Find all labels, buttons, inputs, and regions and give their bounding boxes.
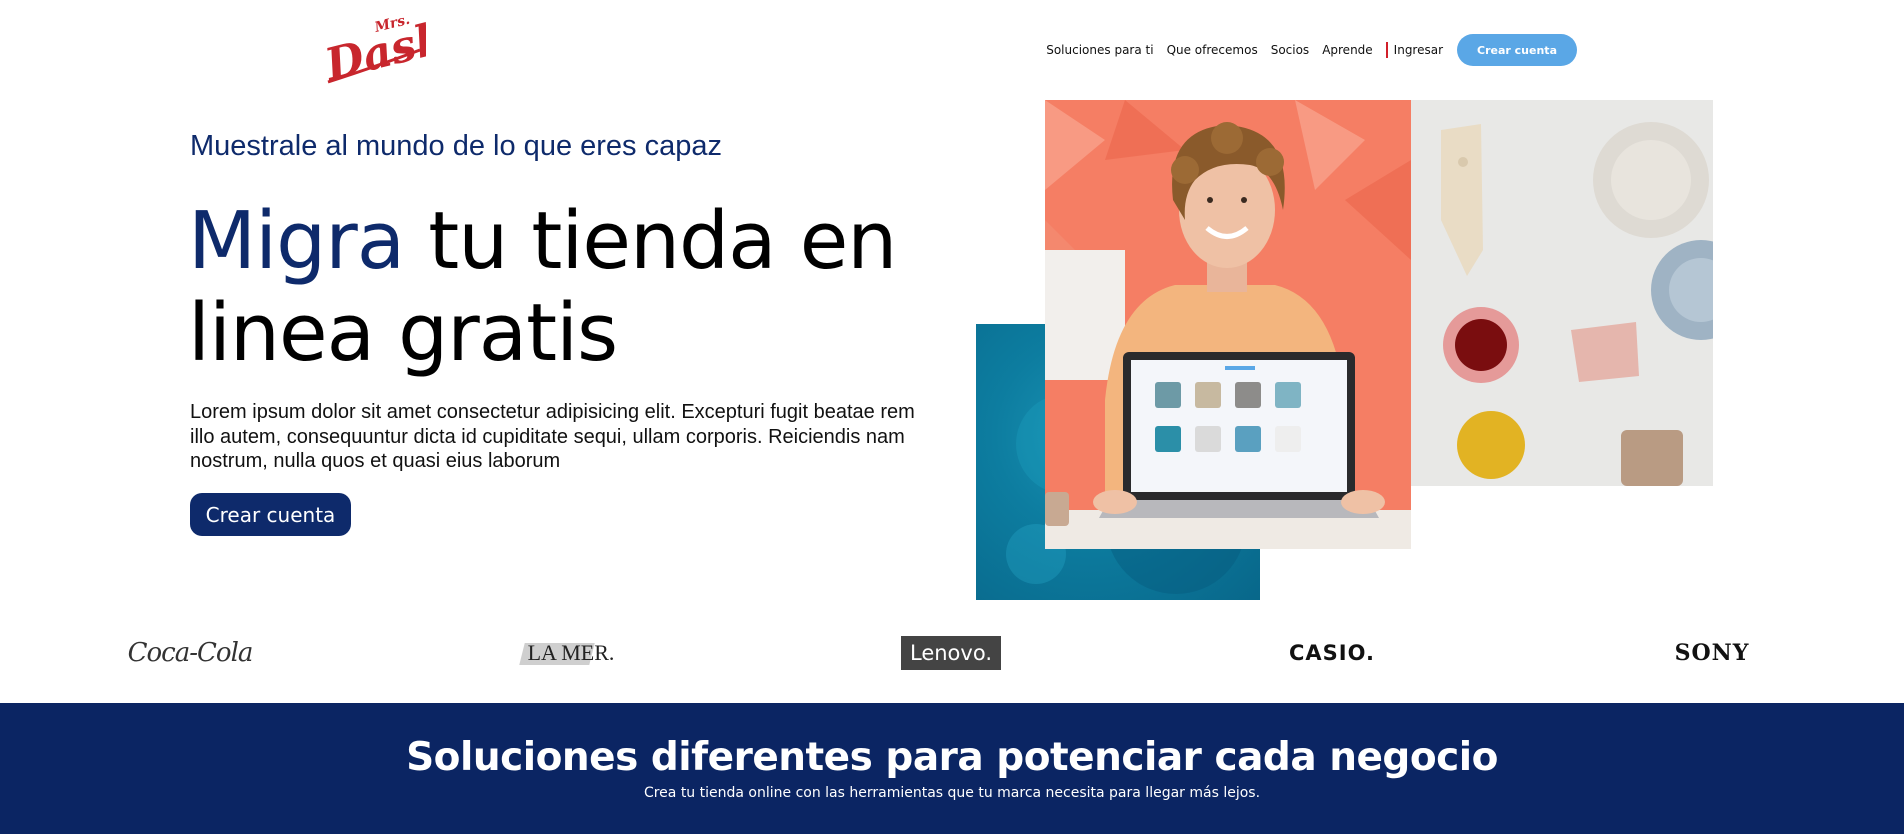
headline-line2: linea gratis xyxy=(188,287,618,379)
hero-create-account-button[interactable]: Crear cuenta xyxy=(190,493,351,536)
headline-line1: tu tienda en xyxy=(404,195,897,287)
lenovo-logo-text: Lenovo. xyxy=(901,636,1001,670)
headline-accent: Migra xyxy=(188,195,405,287)
nav-socios[interactable]: Socios xyxy=(1271,43,1309,57)
nav-ingresar[interactable]: Ingresar xyxy=(1394,43,1443,57)
casio-logo: CASIO. xyxy=(1280,625,1384,681)
ceramics-image xyxy=(1411,100,1713,486)
nav-aprende[interactable]: Aprende xyxy=(1322,43,1372,57)
sony-logo-text: SONY xyxy=(1674,640,1750,666)
hero-eyebrow: Muestrale al mundo de lo que eres capaz xyxy=(190,130,722,162)
cocacola-logo-text: Coca-Cola xyxy=(127,638,254,668)
lamer-logo: LA MER. xyxy=(519,625,620,681)
solutions-section: Soluciones diferentes para potenciar cad… xyxy=(0,703,1904,834)
nav-divider xyxy=(1385,42,1388,58)
lamer-logo-text: LA MER. xyxy=(527,640,615,665)
hero-headline: Migra tu tienda en linea gratis xyxy=(188,195,897,379)
solutions-title: Soluciones diferentes para potenciar cad… xyxy=(406,735,1498,780)
casio-logo-text: CASIO. xyxy=(1289,641,1375,665)
hero-body: Lorem ipsum dolor sit amet consectetur a… xyxy=(190,401,915,472)
nav-que-ofrecemos[interactable]: Que ofrecemos xyxy=(1167,43,1258,57)
nav-soluciones[interactable]: Soluciones para ti xyxy=(1046,43,1153,57)
cocacola-logo: Coca-Cola xyxy=(128,625,254,681)
lenovo-logo: Lenovo. xyxy=(901,625,1001,681)
brand-logos-row: Coca-Cola LA MER. Lenovo. CASIO. SONY xyxy=(0,625,1904,681)
woman-laptop-image xyxy=(1045,100,1411,549)
main-nav: Soluciones para ti Que ofrecemos Socios … xyxy=(1046,34,1577,66)
sony-logo: SONY xyxy=(1662,625,1762,681)
mrs-dash-logo[interactable]: Mrs. Dash xyxy=(318,10,452,92)
nav-create-account-button[interactable]: Crear cuenta xyxy=(1457,34,1577,66)
solutions-subtitle: Crea tu tienda online con las herramient… xyxy=(643,785,1261,801)
